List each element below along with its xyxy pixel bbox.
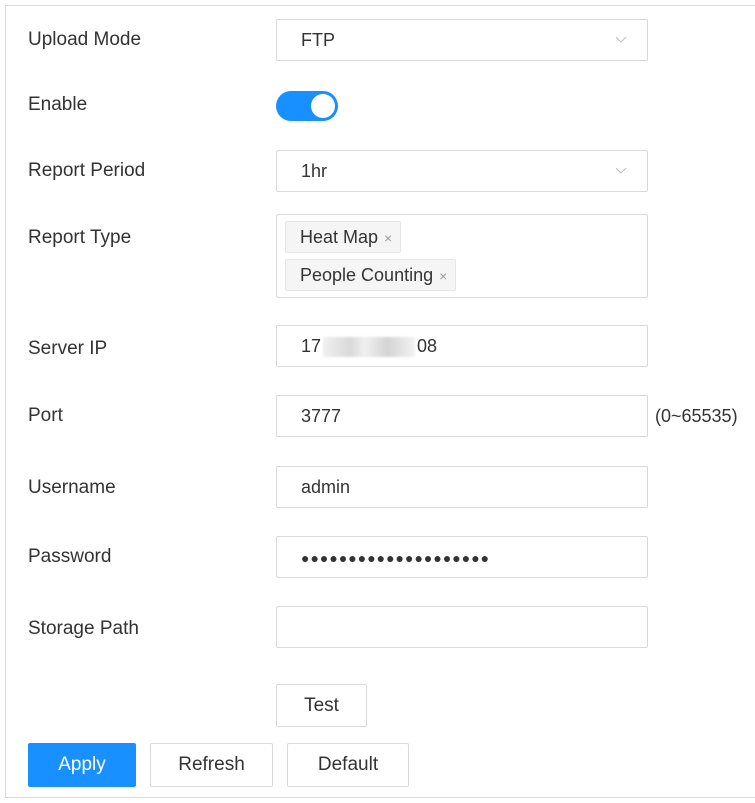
default-button[interactable]: Default — [287, 743, 409, 787]
tag-label: Heat Map — [300, 227, 379, 247]
server-ip-label: Server IP — [28, 338, 108, 359]
close-icon[interactable]: × — [384, 230, 392, 246]
server-ip-input[interactable]: 17 08 — [276, 325, 648, 367]
test-button[interactable]: Test — [276, 684, 367, 727]
chevron-down-icon — [615, 36, 627, 43]
toggle-knob — [311, 94, 335, 118]
storage-path-label: Storage Path — [28, 618, 139, 639]
report-period-value: 1hr — [301, 161, 328, 181]
tag-heat-map: Heat Map × — [285, 221, 402, 253]
username-value: admin — [301, 477, 351, 497]
apply-button[interactable]: Apply — [28, 743, 136, 787]
port-input[interactable]: 3777 — [276, 395, 648, 437]
port-value: 3777 — [301, 406, 342, 426]
password-masked-value: ●●●●●●●●●●●●●●●●●●●● — [301, 550, 491, 566]
enable-label: Enable — [28, 94, 88, 115]
enable-toggle[interactable] — [276, 91, 338, 121]
port-label: Port — [28, 405, 63, 426]
upload-mode-label: Upload Mode — [28, 29, 142, 50]
storage-path-input[interactable] — [276, 606, 648, 648]
report-period-label: Report Period — [28, 160, 146, 181]
server-ip-suffix: 08 — [417, 336, 438, 356]
server-ip-prefix: 17 — [301, 336, 322, 356]
report-type-label: Report Type — [28, 227, 132, 248]
refresh-button[interactable]: Refresh — [150, 743, 273, 787]
chevron-down-icon — [615, 167, 627, 174]
redacted-region — [323, 337, 416, 358]
password-label: Password — [28, 546, 112, 567]
username-input[interactable]: admin — [276, 466, 648, 508]
upload-mode-select[interactable]: FTP — [276, 19, 648, 61]
port-range-hint: (0~65535) — [655, 406, 738, 426]
username-label: Username — [28, 477, 116, 498]
password-input[interactable]: ●●●●●●●●●●●●●●●●●●●● — [276, 536, 648, 578]
tag-label: People Counting — [300, 265, 434, 285]
report-type-multiselect[interactable]: Heat Map × People Counting × — [276, 214, 648, 298]
report-period-select[interactable]: 1hr — [276, 150, 648, 192]
upload-mode-value: FTP — [301, 30, 335, 50]
close-icon[interactable]: × — [439, 268, 447, 284]
tag-people-counting: People Counting × — [285, 259, 457, 291]
